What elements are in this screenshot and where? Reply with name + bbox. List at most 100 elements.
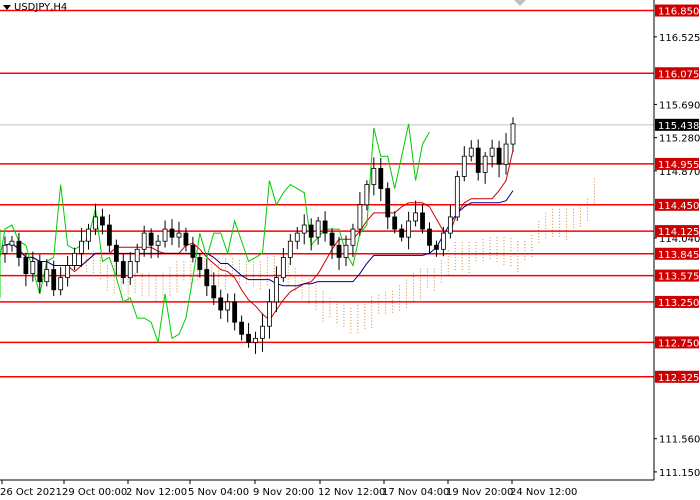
candle-body (280, 257, 286, 279)
candle-body (371, 167, 377, 185)
candle-body (468, 147, 474, 157)
x-tick-label: 2 Nov 12:00 (126, 487, 187, 498)
level-label: 114.125 (658, 227, 699, 238)
candle-body (447, 216, 453, 234)
symbol-title: USDJPY,H4 (14, 2, 67, 13)
candle-body (392, 216, 398, 230)
candle-body (190, 244, 196, 258)
candle-body (58, 277, 64, 291)
candle-body (253, 337, 258, 343)
candle-body (246, 333, 251, 343)
candle-body (169, 228, 175, 238)
x-tick-label: 29 Oct 00:00 (62, 487, 127, 498)
candle-body (322, 220, 328, 234)
x-tick-label: 24 Nov 12:00 (510, 487, 577, 498)
level-label: 116.075 (658, 69, 699, 80)
candle-body (503, 143, 509, 165)
level-label: 112.750 (658, 338, 699, 349)
price-chart[interactable]: 116.525115.690115.280114.870114.040111.5… (0, 0, 700, 500)
level-label: 113.250 (658, 298, 699, 309)
candle-body (475, 147, 481, 173)
candle-body (287, 240, 293, 258)
candle-body (162, 228, 168, 242)
candle-body (329, 232, 335, 246)
candle-body (134, 248, 140, 262)
candle-body (308, 224, 314, 238)
candle-body (120, 261, 126, 279)
candle-body (489, 147, 495, 157)
level-label: 114.955 (658, 160, 699, 171)
candle-body (461, 155, 467, 177)
level-label: 113.575 (658, 272, 699, 283)
candle-body (197, 257, 203, 270)
candle-body (482, 155, 488, 173)
y-tick-label: 111.560 (659, 435, 700, 446)
x-tick-label: 5 Nov 04:00 (188, 487, 249, 498)
candle-body (100, 216, 105, 226)
x-tick-label: 9 Nov 20:00 (253, 487, 314, 498)
candle-body (2, 244, 8, 254)
candle-body (127, 261, 133, 279)
y-tick-label: 116.525 (659, 33, 700, 44)
level-label: 116.850 (658, 7, 699, 18)
candle-body (441, 232, 446, 250)
x-tick-label: 17 Nov 04:00 (382, 487, 449, 498)
candle-body (434, 244, 439, 250)
candle-body (239, 321, 245, 335)
candle-body (510, 123, 516, 145)
level-label: 114.450 (658, 201, 699, 212)
level-label: 113.845 (658, 250, 699, 261)
candle-body (336, 244, 342, 258)
x-tick-label: 12 Nov 12:00 (318, 487, 385, 498)
y-tick-label: 115.280 (659, 134, 700, 145)
candle-body (44, 269, 50, 283)
candle-body (155, 240, 161, 246)
candle-body (16, 240, 22, 258)
candle-body (399, 228, 405, 238)
candle-body (496, 147, 502, 165)
candle-body (51, 269, 57, 291)
y-tick-label: 115.690 (659, 100, 700, 111)
candle-body (385, 188, 391, 218)
candle-body (273, 277, 279, 303)
candle-body (79, 240, 84, 254)
candle-body (301, 224, 307, 234)
level-label: 112.325 (658, 373, 699, 384)
candle-body (260, 325, 265, 339)
candle-body (30, 261, 36, 274)
candle-body (72, 252, 77, 266)
candle-body (148, 232, 154, 246)
candle-body (427, 228, 432, 246)
candle-body (378, 167, 384, 190)
candle-body (294, 232, 300, 242)
candle-body (141, 232, 147, 250)
x-tick-label: 19 Nov 20:00 (446, 487, 513, 498)
chart-background (0, 0, 700, 500)
x-tick-label: 26 Oct 2021 (0, 487, 62, 498)
candle-body (9, 240, 15, 246)
candle-body (343, 244, 349, 258)
candle-body (406, 220, 412, 238)
candle-body (454, 176, 460, 218)
candle-body (267, 301, 272, 327)
candle-body (420, 212, 425, 230)
candle-body (350, 228, 356, 246)
y-tick-label: 111.150 (659, 468, 700, 479)
candle-body (413, 212, 418, 222)
candle-body (357, 204, 363, 230)
current-price-label: 115.438 (658, 121, 699, 132)
candle-body (232, 301, 238, 323)
candle-body (93, 216, 98, 230)
candle-body (204, 269, 210, 287)
candle-body (37, 261, 43, 283)
candle-body (113, 244, 119, 262)
candle-body (225, 301, 231, 311)
candle-body (86, 228, 91, 242)
candle-body (211, 285, 217, 299)
candle-body (23, 257, 29, 274)
candle-body (176, 232, 182, 238)
candle-body (65, 265, 71, 279)
candle-body (183, 232, 189, 246)
candle-body (315, 220, 321, 238)
candle-body (106, 224, 112, 246)
